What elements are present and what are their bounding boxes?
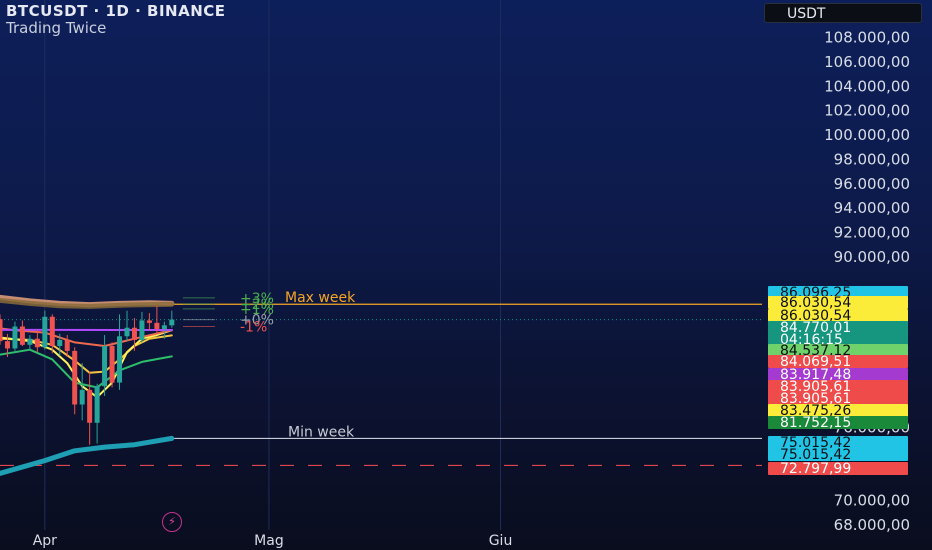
candle-body	[42, 316, 48, 348]
price-tick-label: 90.000,00	[834, 248, 910, 266]
symbol-title[interactable]: BTCUSDT · 1D · BINANCE	[6, 2, 226, 20]
price-tick-label: 100.000,00	[824, 126, 910, 144]
level-label: Min week	[288, 424, 355, 440]
price-labels: 86.096,2586.030,5486.030,5484.770,0104:1…	[768, 285, 908, 477]
candle-body	[49, 316, 55, 347]
time-tick-label: Apr	[33, 533, 57, 549]
price-tick-label: 92.000,00	[834, 223, 910, 241]
percent-label: -1%	[240, 320, 267, 336]
currency-button[interactable]: USDT	[764, 3, 922, 23]
lightning-icon[interactable]: ⚡	[162, 512, 182, 532]
candle-body	[131, 327, 137, 340]
indicator-name[interactable]: Trading Twice	[6, 20, 226, 37]
candle-body	[139, 320, 145, 340]
price-tick-label: 96.000,00	[834, 175, 910, 193]
time-tick-label: Giu	[489, 533, 513, 549]
moving-average-line	[0, 294, 175, 308]
level-label: Max week	[285, 290, 356, 306]
moving-average-line	[0, 327, 173, 347]
candle-body	[0, 319, 3, 342]
candle-body	[12, 326, 18, 349]
candle-body	[154, 322, 160, 329]
moving-averages	[0, 294, 175, 476]
candle-body	[79, 389, 85, 405]
time-tick-label: Mag	[254, 533, 284, 549]
candle-body	[161, 325, 167, 329]
candle-body	[146, 320, 152, 323]
price-tick-label: 106.000,00	[824, 53, 910, 71]
price-tick-label: 108.000,00	[824, 29, 910, 47]
price-chart[interactable]: Max weekMin week +3%+2%+1%+0%-1% 110.000…	[0, 0, 932, 550]
time-axis[interactable]: Apr Mag Giu	[33, 533, 513, 549]
candle-body	[87, 389, 93, 423]
price-label-text: 72.797,99	[780, 461, 851, 477]
price-tick-label: 104.000,00	[824, 77, 910, 95]
moving-average-line	[0, 334, 173, 374]
candle-body	[117, 336, 123, 383]
price-tick-label: 102.000,00	[824, 102, 910, 120]
candle-body	[57, 339, 63, 347]
price-label-text: 81.752,15	[780, 415, 851, 431]
candle-body	[109, 346, 115, 383]
candle-body	[169, 319, 175, 326]
percent-markers: +3%+2%+1%+0%-1%	[183, 291, 274, 336]
candle-body	[27, 338, 33, 345]
price-tick-label: 70.000,00	[834, 492, 910, 510]
candle-body	[94, 386, 100, 423]
candle-body	[72, 350, 78, 405]
candle-body	[19, 326, 25, 345]
moving-average-line	[0, 348, 173, 389]
price-tick-label: 98.000,00	[834, 150, 910, 168]
chart-header: BTCUSDT · 1D · BINANCE Trading Twice	[6, 2, 226, 37]
candle-body	[102, 346, 108, 387]
candle-body	[124, 327, 130, 337]
candle-body	[4, 341, 10, 349]
grid-lines	[44, 0, 502, 530]
candle-body	[34, 338, 40, 348]
price-tick-label: 94.000,00	[834, 199, 910, 217]
candle-body	[64, 339, 70, 351]
moving-average-line	[0, 435, 175, 476]
price-tick-label: 68.000,00	[834, 516, 910, 534]
